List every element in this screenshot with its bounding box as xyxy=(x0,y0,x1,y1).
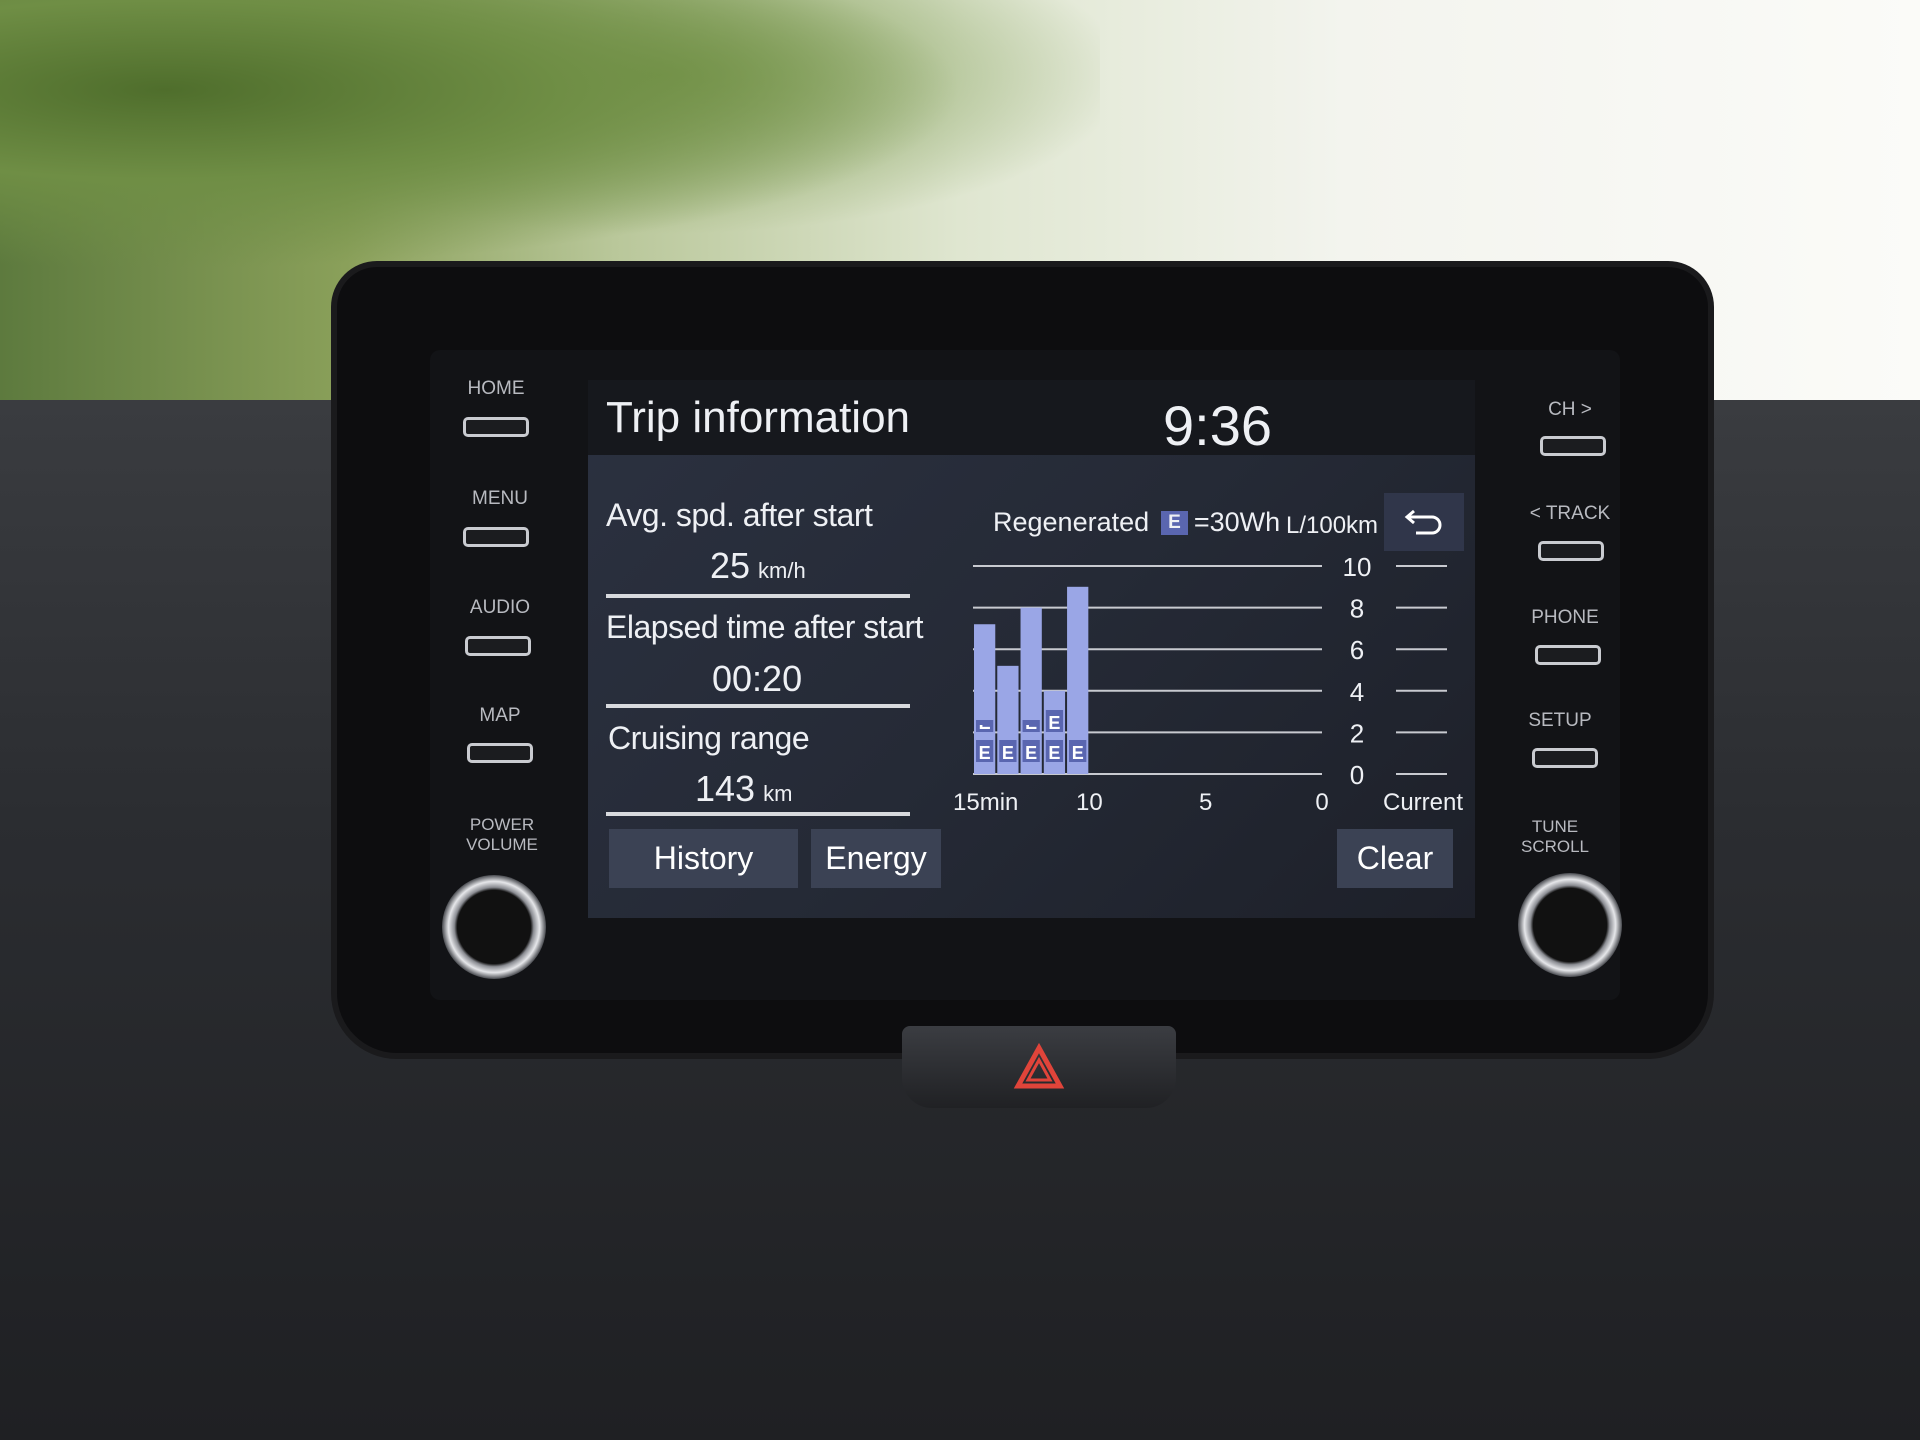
e-block-label: E xyxy=(1072,743,1084,763)
e-block-label: E xyxy=(979,743,991,763)
volume-knob[interactable] xyxy=(442,875,546,979)
ch-label: CH > xyxy=(1548,399,1592,420)
setup-button[interactable] xyxy=(1532,748,1598,768)
x-tick-label: 10 xyxy=(1076,789,1103,816)
legend-suffix: =30Wh xyxy=(1193,507,1281,537)
map-button[interactable] xyxy=(467,743,533,763)
clock: 9:36 xyxy=(1163,394,1272,457)
y-tick-label: 0 xyxy=(1350,760,1364,790)
x-tick-label: 5 xyxy=(1199,789,1212,816)
hazard-triangle-icon xyxy=(1013,1042,1065,1089)
track-button[interactable] xyxy=(1538,541,1604,561)
y-tick-label: 2 xyxy=(1350,718,1364,748)
x-tick-label: 15min xyxy=(953,789,1018,816)
e-block-label: E xyxy=(1048,743,1060,763)
cruising-range-unit: km xyxy=(763,781,793,806)
legend-prefix: Regenerated xyxy=(993,507,1150,537)
divider xyxy=(606,812,910,816)
elapsed-time-label: Elapsed time after start xyxy=(606,609,924,645)
volume-text: VOLUME xyxy=(466,835,538,854)
phone-label: PHONE xyxy=(1531,607,1599,628)
divider xyxy=(606,704,910,708)
y-axis-unit: L/100km xyxy=(1286,512,1379,539)
y-tick-label: 10 xyxy=(1343,552,1372,582)
setup-label: SETUP xyxy=(1528,710,1592,731)
audio-button[interactable] xyxy=(465,636,531,656)
ch-button[interactable] xyxy=(1540,436,1606,456)
cruising-range-label: Cruising range xyxy=(608,720,810,756)
tune-knob[interactable] xyxy=(1518,873,1622,977)
avg-speed-label: Avg. spd. after start xyxy=(606,497,873,533)
y-tick-label: 6 xyxy=(1350,635,1364,665)
map-label: MAP xyxy=(479,705,521,726)
cruising-range-value: 143 km xyxy=(695,768,792,810)
home-label: HOME xyxy=(467,378,525,399)
y-tick-label: 4 xyxy=(1350,677,1364,707)
power-text: POWER xyxy=(469,815,535,834)
menu-label: MENU xyxy=(472,488,528,509)
track-label: < TRACK xyxy=(1529,503,1611,524)
e-block-label: E xyxy=(1025,743,1037,763)
current-label: Current xyxy=(1383,789,1463,816)
page-title: Trip information xyxy=(606,393,911,442)
avg-speed-value: 25 km/h xyxy=(710,545,806,587)
back-arrow-icon xyxy=(1404,509,1442,535)
tune-scroll-label: TUNE SCROLL xyxy=(1505,817,1605,857)
hazard-button[interactable] xyxy=(902,1026,1176,1108)
cruising-range-number: 143 xyxy=(695,768,756,809)
fuel-consumption-chart: 1086420EEEEEEEE15min1050Current xyxy=(953,552,1463,816)
home-button[interactable] xyxy=(463,417,529,437)
tune-text: TUNE xyxy=(1531,817,1579,836)
avg-speed-unit: km/h xyxy=(758,558,806,583)
energy-button[interactable]: Energy xyxy=(811,829,941,888)
scroll-text: SCROLL xyxy=(1520,837,1590,856)
history-button[interactable]: History xyxy=(609,829,798,888)
background-trees xyxy=(0,0,1100,300)
clear-button[interactable]: Clear xyxy=(1337,829,1453,888)
y-tick-label: 8 xyxy=(1350,594,1364,624)
divider xyxy=(606,594,910,598)
e-block-label: E xyxy=(1002,743,1014,763)
menu-button[interactable] xyxy=(463,527,529,547)
audio-label: AUDIO xyxy=(469,597,531,618)
avg-speed-number: 25 xyxy=(710,545,751,586)
e-block-label: E xyxy=(1048,713,1060,733)
legend-e-badge: E xyxy=(1161,510,1188,535)
x-tick-label: 0 xyxy=(1315,789,1328,816)
regenerated-legend: Regenerated E =30Wh xyxy=(993,507,1280,538)
elapsed-time-value: 00:20 xyxy=(712,658,803,699)
phone-button[interactable] xyxy=(1535,645,1601,665)
power-volume-label: POWER VOLUME xyxy=(452,815,552,855)
